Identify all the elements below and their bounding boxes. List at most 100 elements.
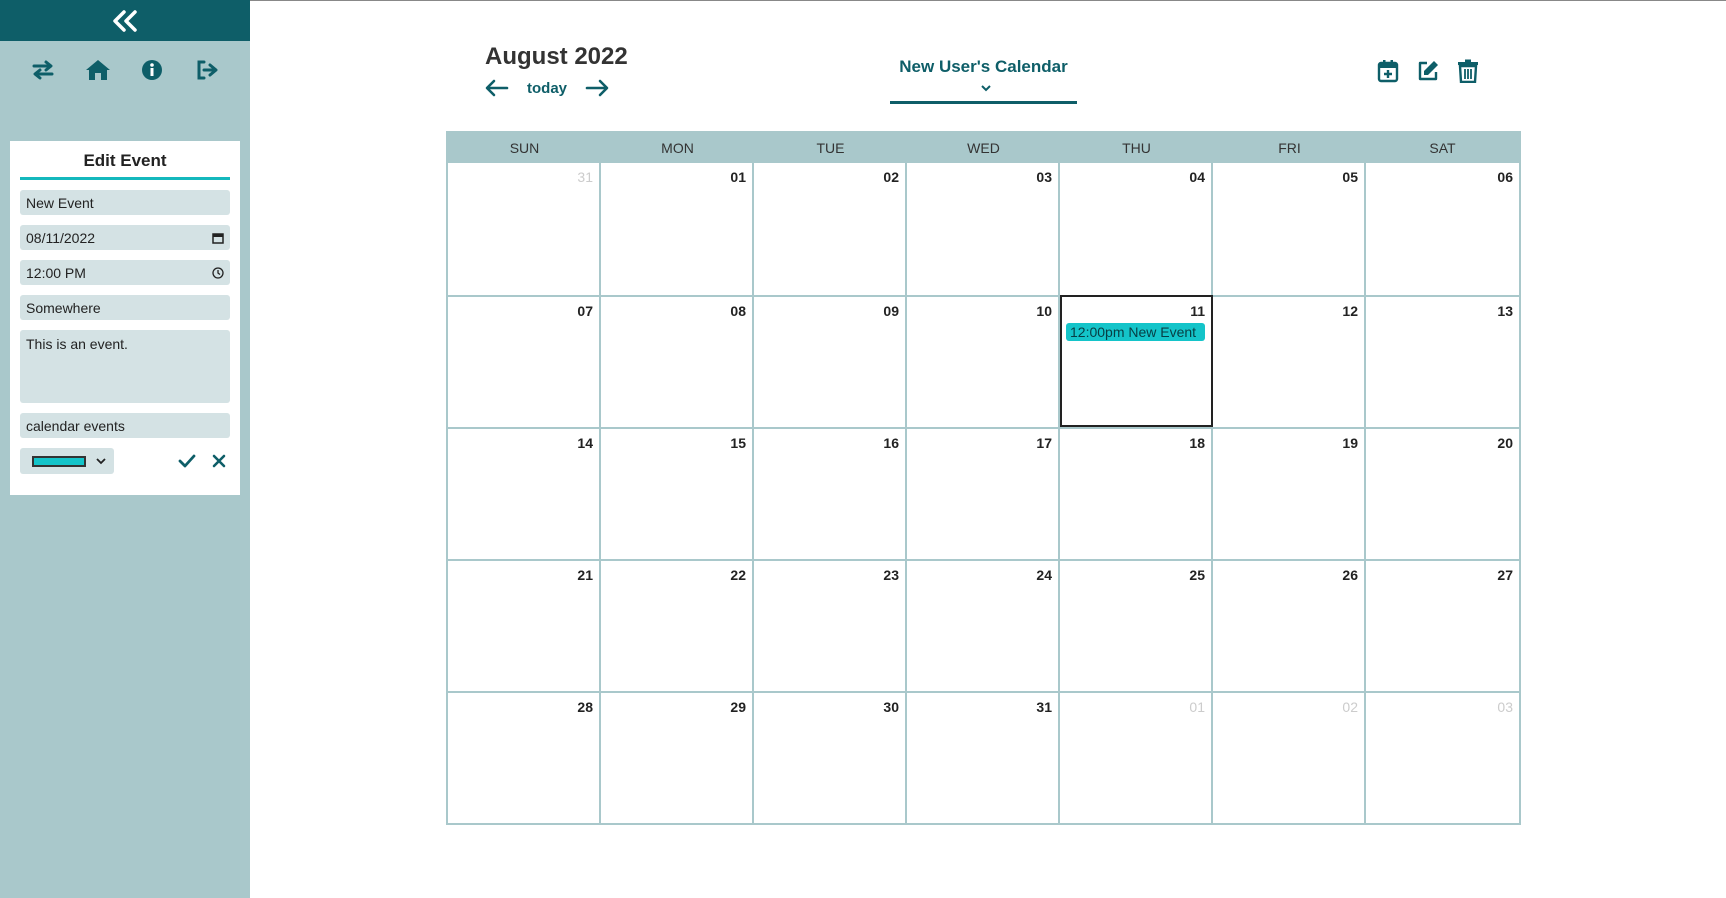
cancel-button[interactable] bbox=[208, 450, 230, 472]
day-cell[interactable]: 23 bbox=[754, 559, 907, 691]
day-cell[interactable]: 20 bbox=[1366, 427, 1519, 559]
save-button[interactable] bbox=[176, 450, 198, 472]
day-cell[interactable]: 24 bbox=[907, 559, 1060, 691]
day-cell[interactable]: 31 bbox=[448, 163, 601, 295]
day-cell[interactable]: 26 bbox=[1213, 559, 1366, 691]
day-number: 07 bbox=[577, 303, 593, 319]
day-cell[interactable]: 31 bbox=[907, 691, 1060, 823]
day-cell[interactable]: 10 bbox=[907, 295, 1060, 427]
trash-icon bbox=[1458, 59, 1478, 83]
day-number: 24 bbox=[1036, 567, 1052, 583]
day-number: 02 bbox=[1342, 699, 1358, 715]
calendar-icon[interactable] bbox=[212, 232, 224, 244]
day-cell[interactable]: 01 bbox=[1060, 691, 1213, 823]
day-number: 23 bbox=[883, 567, 899, 583]
day-cell[interactable]: 27 bbox=[1366, 559, 1519, 691]
day-cell-today[interactable]: 11 12:00pm New Event bbox=[1060, 295, 1213, 427]
day-number: 22 bbox=[730, 567, 746, 583]
day-cell[interactable]: 16 bbox=[754, 427, 907, 559]
sidebar: Edit Event New Event 08/11/2022 12:00 PM… bbox=[0, 0, 250, 898]
day-number: 09 bbox=[883, 303, 899, 319]
event-calendar-field[interactable]: calendar events bbox=[20, 413, 230, 438]
day-number: 21 bbox=[577, 567, 593, 583]
day-cell[interactable]: 09 bbox=[754, 295, 907, 427]
day-number: 04 bbox=[1189, 169, 1205, 185]
event-date-field[interactable]: 08/11/2022 bbox=[20, 225, 230, 250]
chevron-down-icon bbox=[96, 458, 106, 465]
day-cell[interactable]: 04 bbox=[1060, 163, 1213, 295]
event-description-value: This is an event. bbox=[26, 336, 128, 352]
day-cell[interactable]: 15 bbox=[601, 427, 754, 559]
event-time-field[interactable]: 12:00 PM bbox=[20, 260, 230, 285]
collapse-sidebar-button[interactable] bbox=[0, 0, 250, 41]
clock-icon[interactable] bbox=[212, 266, 224, 279]
day-cell[interactable]: 13 bbox=[1366, 295, 1519, 427]
calendar-select-label: New User's Calendar bbox=[899, 57, 1068, 76]
day-cell[interactable]: 07 bbox=[448, 295, 601, 427]
swap-button[interactable] bbox=[28, 55, 58, 85]
day-number: 01 bbox=[1189, 699, 1205, 715]
edit-calendar-button[interactable] bbox=[1416, 58, 1440, 84]
day-cell[interactable]: 25 bbox=[1060, 559, 1213, 691]
info-icon bbox=[142, 60, 163, 80]
event-location-field[interactable]: Somewhere bbox=[20, 295, 230, 320]
previous-month-button[interactable] bbox=[485, 79, 509, 97]
chevron-down-icon bbox=[980, 85, 991, 92]
day-cell[interactable]: 29 bbox=[601, 691, 754, 823]
day-number: 03 bbox=[1497, 699, 1513, 715]
month-title: August 2022 bbox=[485, 43, 628, 70]
day-cell[interactable]: 28 bbox=[448, 691, 601, 823]
edit-icon bbox=[1418, 61, 1438, 81]
event-calendar-value: calendar events bbox=[26, 417, 125, 434]
day-number: 03 bbox=[1036, 169, 1052, 185]
day-cell[interactable]: 02 bbox=[754, 163, 907, 295]
weekday-fri: FRI bbox=[1278, 140, 1301, 156]
today-button[interactable]: today bbox=[527, 80, 567, 97]
calendar-select[interactable]: New User's Calendar bbox=[890, 57, 1077, 104]
logout-button[interactable] bbox=[192, 55, 222, 85]
day-cell[interactable]: 01 bbox=[601, 163, 754, 295]
day-cell[interactable]: 03 bbox=[1366, 691, 1519, 823]
day-cell[interactable]: 03 bbox=[907, 163, 1060, 295]
event-name-field[interactable]: New Event bbox=[20, 190, 230, 215]
weekday-wed: WED bbox=[967, 140, 1000, 156]
day-number: 26 bbox=[1342, 567, 1358, 583]
color-select[interactable] bbox=[20, 448, 114, 474]
day-number: 08 bbox=[730, 303, 746, 319]
add-event-button[interactable] bbox=[1376, 58, 1400, 84]
swap-icon bbox=[32, 60, 54, 80]
day-number: 11 bbox=[1190, 303, 1205, 319]
day-cell[interactable]: 08 bbox=[601, 295, 754, 427]
day-cell[interactable]: 19 bbox=[1213, 427, 1366, 559]
weekday-thu: THU bbox=[1122, 140, 1151, 156]
calendar-grid: SUN MON TUE WED THU FRI SAT 31 01 02 03 04 05 06 07 08… bbox=[446, 131, 1521, 825]
info-button[interactable] bbox=[137, 55, 167, 85]
delete-calendar-button[interactable] bbox=[1456, 58, 1480, 84]
event-chip[interactable]: 12:00pm New Event bbox=[1066, 323, 1205, 341]
day-number: 06 bbox=[1497, 169, 1513, 185]
day-cell[interactable]: 17 bbox=[907, 427, 1060, 559]
day-cell[interactable]: 12 bbox=[1213, 295, 1366, 427]
day-number: 13 bbox=[1497, 303, 1513, 319]
check-icon bbox=[178, 454, 196, 468]
day-cell[interactable]: 18 bbox=[1060, 427, 1213, 559]
day-number: 31 bbox=[577, 169, 593, 185]
day-number: 31 bbox=[1036, 699, 1052, 715]
main-area: August 2022 today New User's Calendar SU… bbox=[250, 0, 1726, 898]
day-number: 10 bbox=[1036, 303, 1052, 319]
day-cell[interactable]: 05 bbox=[1213, 163, 1366, 295]
month-nav: today bbox=[485, 79, 609, 97]
day-cell[interactable]: 22 bbox=[601, 559, 754, 691]
next-month-button[interactable] bbox=[585, 79, 609, 97]
logout-icon bbox=[197, 60, 218, 80]
day-number: 18 bbox=[1189, 435, 1205, 451]
day-cell[interactable]: 14 bbox=[448, 427, 601, 559]
day-cell[interactable]: 21 bbox=[448, 559, 601, 691]
event-description-field[interactable]: This is an event. bbox=[20, 330, 230, 403]
day-cell[interactable]: 02 bbox=[1213, 691, 1366, 823]
day-number: 16 bbox=[883, 435, 899, 451]
day-cell[interactable]: 30 bbox=[754, 691, 907, 823]
weekday-tue: TUE bbox=[816, 140, 845, 156]
day-cell[interactable]: 06 bbox=[1366, 163, 1519, 295]
home-button[interactable] bbox=[83, 55, 113, 85]
